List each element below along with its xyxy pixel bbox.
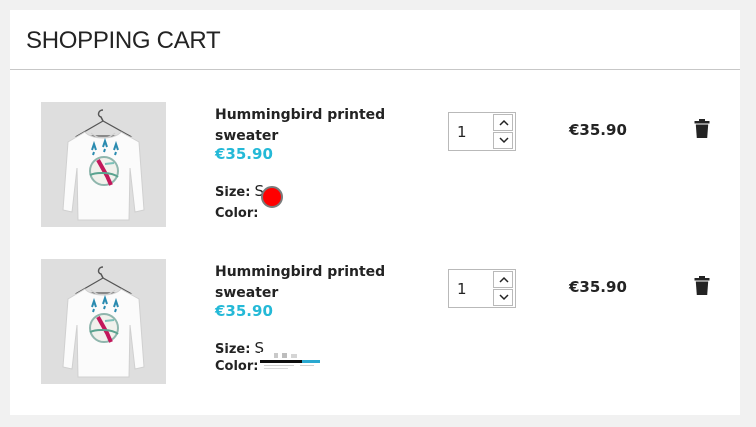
color-label: Color: (215, 206, 259, 221)
quantity-increase-button[interactable] (493, 114, 513, 131)
trash-icon (694, 276, 710, 295)
size-label: Size: (215, 342, 251, 357)
product-name-link[interactable]: Hummingbird printed sweater (215, 105, 405, 147)
chevron-up-icon (499, 119, 509, 126)
color-swatch (261, 186, 283, 208)
color-swatch-texture (260, 352, 320, 374)
swatch-texture-image (260, 352, 320, 374)
color-label: Color: (215, 359, 259, 374)
product-thumbnail[interactable] (41, 102, 166, 227)
quantity-stepper (448, 112, 516, 151)
size-attribute: Size: S (215, 182, 264, 200)
color-attribute: Color: (215, 206, 258, 221)
size-attribute: Size: S (215, 339, 264, 357)
chevron-down-icon (499, 137, 509, 144)
cart-header: SHOPPING CART (10, 10, 740, 70)
chevron-down-icon (499, 294, 509, 301)
sweater-image (62, 266, 145, 378)
color-attribute: Color: (215, 359, 258, 374)
line-total-price: €35.90 (569, 121, 627, 139)
remove-item-button[interactable] (694, 119, 710, 139)
quantity-input[interactable] (449, 113, 494, 150)
size-label: Size: (215, 185, 251, 200)
quantity-decrease-button[interactable] (493, 132, 513, 149)
remove-item-button[interactable] (694, 276, 710, 296)
quantity-decrease-button[interactable] (493, 289, 513, 306)
shopping-cart-card: SHOPPING CART Hummingbird printed sweate… (10, 10, 740, 415)
trash-icon (694, 119, 710, 138)
quantity-input[interactable] (449, 270, 494, 307)
product-name-link[interactable]: Hummingbird printed sweater (215, 262, 405, 304)
quantity-increase-button[interactable] (493, 271, 513, 288)
cart-line-item: Hummingbird printed sweater €35.90 Size:… (10, 102, 740, 242)
product-unit-price: €35.90 (215, 145, 273, 163)
line-total-price: €35.90 (569, 278, 627, 296)
product-thumbnail[interactable] (41, 259, 166, 384)
cart-line-item: Hummingbird printed sweater €35.90 Size:… (10, 259, 740, 399)
page-title: SHOPPING CART (26, 27, 221, 54)
product-unit-price: €35.90 (215, 302, 273, 320)
quantity-stepper (448, 269, 516, 308)
sweater-image (62, 109, 145, 221)
chevron-up-icon (499, 276, 509, 283)
